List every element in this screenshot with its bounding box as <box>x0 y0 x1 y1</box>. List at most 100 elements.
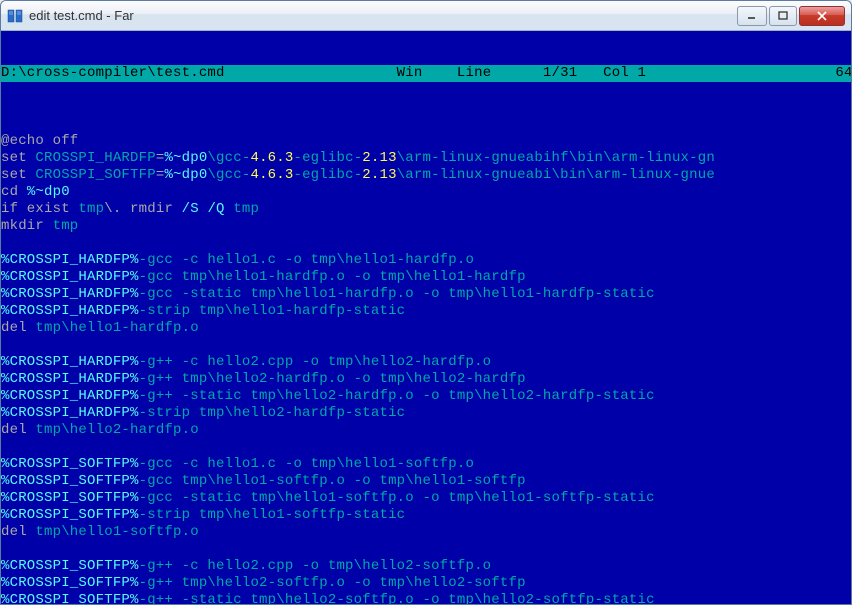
code-line[interactable] <box>1 541 851 558</box>
code-line[interactable]: if exist tmp\. rmdir /S /Q tmp <box>1 201 851 218</box>
code-token: %~dp0 <box>27 184 70 200</box>
code-token: \arm-linux-gnueabi\bin\arm-linux-gnue <box>397 167 715 183</box>
code-token: tmp <box>78 201 104 217</box>
code-token: -strip tmp\hello1-softfp-static <box>139 507 406 523</box>
code-line[interactable]: %CROSSPI_SOFTFP%-gcc -c hello1.c -o tmp\… <box>1 456 851 473</box>
code-token: %CROSSPI_SOFTFP% <box>1 592 139 604</box>
code-token: \. rmdir <box>104 201 181 217</box>
code-token: set <box>1 167 35 183</box>
code-line[interactable]: cd %~dp0 <box>1 184 851 201</box>
code-token: CROSSPI_SOFTFP <box>35 167 155 183</box>
minimize-button[interactable] <box>737 6 767 26</box>
code-line[interactable]: del tmp\hello2-hardfp.o <box>1 422 851 439</box>
status-right: 64 <box>835 65 851 81</box>
code-token: %~dp0 <box>164 167 207 183</box>
code-token: %CROSSPI_SOFTFP% <box>1 473 139 489</box>
status-col: Col 1 <box>603 65 646 81</box>
app-window: edit test.cmd - Far D:\cross-compiler\te… <box>0 0 852 605</box>
code-token: -gcc tmp\hello1-hardfp.o -o tmp\hello1-h… <box>139 269 526 285</box>
code-token: -gcc -c hello1.c -o tmp\hello1-hardfp.o <box>139 252 474 268</box>
code-token: /S /Q <box>182 201 225 217</box>
code-line[interactable]: %CROSSPI_HARDFP%-g++ -static tmp\hello2-… <box>1 388 851 405</box>
code-token: if exist <box>1 201 78 217</box>
code-token: %CROSSPI_SOFTFP% <box>1 490 139 506</box>
code-token: set <box>1 150 35 166</box>
code-token: tmp\hello2-hardfp.o <box>35 422 198 438</box>
code-token: 4.6.3 <box>250 167 293 183</box>
code-line[interactable] <box>1 439 851 456</box>
code-line[interactable]: %CROSSPI_HARDFP%-gcc tmp\hello1-hardfp.o… <box>1 269 851 286</box>
code-token: -g++ tmp\hello2-softfp.o -o tmp\hello2-s… <box>139 575 526 591</box>
maximize-button[interactable] <box>769 6 797 26</box>
code-token: @echo off <box>1 133 78 149</box>
code-token: %CROSSPI_HARDFP% <box>1 388 139 404</box>
code-line[interactable]: %CROSSPI_HARDFP%-strip tmp\hello1-hardfp… <box>1 303 851 320</box>
code-token: tmp\hello1-hardfp.o <box>35 320 198 336</box>
code-token: -g++ -c hello2.cpp -o tmp\hello2-softfp.… <box>139 558 492 574</box>
code-token: %CROSSPI_SOFTFP% <box>1 507 139 523</box>
code-token: %CROSSPI_HARDFP% <box>1 405 139 421</box>
code-token: %CROSSPI_HARDFP% <box>1 354 139 370</box>
code-token: cd <box>1 184 27 200</box>
code-token: %CROSSPI_HARDFP% <box>1 303 139 319</box>
code-token: -strip tmp\hello2-hardfp-static <box>139 405 406 421</box>
code-token: tmp\hello1-softfp.o <box>35 524 198 540</box>
code-token: \arm-linux-gnueabihf\bin\arm-linux-gn <box>397 150 715 166</box>
code-token: %CROSSPI_HARDFP% <box>1 371 139 387</box>
code-line[interactable]: %CROSSPI_SOFTFP%-gcc -static tmp\hello1-… <box>1 490 851 507</box>
code-token: -gcc -c hello1.c -o tmp\hello1-softfp.o <box>139 456 474 472</box>
code-line[interactable]: %CROSSPI_HARDFP%-gcc -c hello1.c -o tmp\… <box>1 252 851 269</box>
code-content[interactable]: @echo offset CROSSPI_HARDFP=%~dp0\gcc-4.… <box>1 133 851 604</box>
code-token: -g++ -c hello2.cpp -o tmp\hello2-hardfp.… <box>139 354 492 370</box>
code-line[interactable]: %CROSSPI_HARDFP%-strip tmp\hello2-hardfp… <box>1 405 851 422</box>
code-line[interactable]: %CROSSPI_HARDFP%-g++ -c hello2.cpp -o tm… <box>1 354 851 371</box>
code-token: \gcc- <box>207 150 250 166</box>
code-line[interactable]: %CROSSPI_SOFTFP%-g++ -static tmp\hello2-… <box>1 592 851 604</box>
code-token: tmp <box>233 201 259 217</box>
code-line[interactable]: set CROSSPI_SOFTFP=%~dp0\gcc-4.6.3-eglib… <box>1 167 851 184</box>
code-token: %CROSSPI_HARDFP% <box>1 269 139 285</box>
code-token: del <box>1 422 35 438</box>
code-token: %CROSSPI_SOFTFP% <box>1 558 139 574</box>
code-line[interactable]: %CROSSPI_HARDFP%-gcc -static tmp\hello1-… <box>1 286 851 303</box>
code-token: %CROSSPI_SOFTFP% <box>1 575 139 591</box>
code-token: -gcc tmp\hello1-softfp.o -o tmp\hello1-s… <box>139 473 526 489</box>
code-line[interactable]: %CROSSPI_SOFTFP%-g++ -c hello2.cpp -o tm… <box>1 558 851 575</box>
code-token: -g++ tmp\hello2-hardfp.o -o tmp\hello2-h… <box>139 371 526 387</box>
code-line[interactable]: del tmp\hello1-hardfp.o <box>1 320 851 337</box>
status-line-label: Line <box>457 65 491 81</box>
code-token: \gcc- <box>207 167 250 183</box>
code-token: -g++ -static tmp\hello2-softfp.o -o tmp\… <box>139 592 655 604</box>
code-line[interactable]: %CROSSPI_SOFTFP%-gcc tmp\hello1-softfp.o… <box>1 473 851 490</box>
code-line[interactable]: del tmp\hello1-softfp.o <box>1 524 851 541</box>
code-token: 4.6.3 <box>250 150 293 166</box>
status-platform: Win <box>397 65 423 81</box>
window-controls <box>737 6 845 26</box>
code-line[interactable]: %CROSSPI_HARDFP%-g++ tmp\hello2-hardfp.o… <box>1 371 851 388</box>
editor-statusbar: D:\cross-compiler\test.cmd Win Line 1/31… <box>1 65 851 82</box>
code-line[interactable]: %CROSSPI_SOFTFP%-g++ tmp\hello2-softfp.o… <box>1 575 851 592</box>
code-token <box>225 201 234 217</box>
code-token: tmp <box>53 218 79 234</box>
code-line[interactable]: set CROSSPI_HARDFP=%~dp0\gcc-4.6.3-eglib… <box>1 150 851 167</box>
code-token: -eglibc- <box>293 150 362 166</box>
code-token: %~dp0 <box>164 150 207 166</box>
status-path: D:\cross-compiler\test.cmd <box>1 65 225 81</box>
code-token: -eglibc- <box>293 167 362 183</box>
code-line[interactable]: mkdir tmp <box>1 218 851 235</box>
app-icon <box>7 8 23 24</box>
code-line[interactable] <box>1 337 851 354</box>
editor-area[interactable]: D:\cross-compiler\test.cmd Win Line 1/31… <box>1 31 851 604</box>
window-title: edit test.cmd - Far <box>29 8 737 23</box>
code-line[interactable]: @echo off <box>1 133 851 150</box>
code-token: -strip tmp\hello1-hardfp-static <box>139 303 406 319</box>
code-token: mkdir <box>1 218 53 234</box>
code-token: %CROSSPI_SOFTFP% <box>1 456 139 472</box>
titlebar[interactable]: edit test.cmd - Far <box>1 1 851 31</box>
code-token: del <box>1 320 35 336</box>
close-button[interactable] <box>799 6 845 26</box>
code-line[interactable]: %CROSSPI_SOFTFP%-strip tmp\hello1-softfp… <box>1 507 851 524</box>
code-token: %CROSSPI_HARDFP% <box>1 286 139 302</box>
code-token: 2.13 <box>362 167 396 183</box>
code-line[interactable] <box>1 235 851 252</box>
